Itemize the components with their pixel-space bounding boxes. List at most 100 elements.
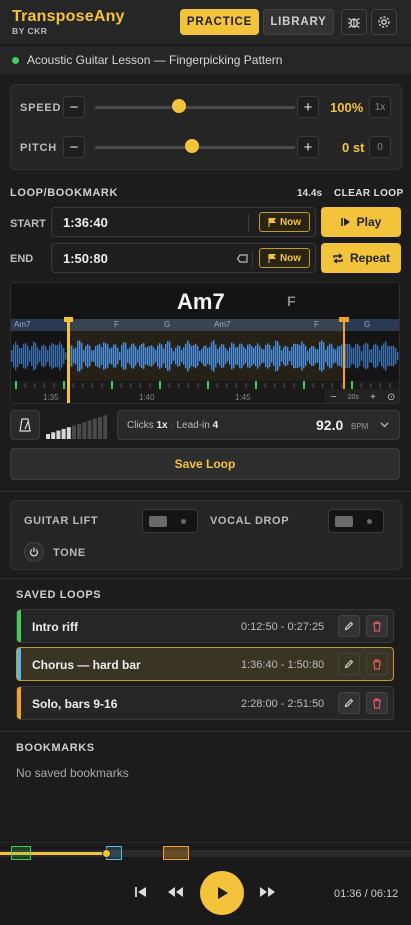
edit-loop-button[interactable] — [338, 653, 360, 675]
skip-start-button[interactable] — [134, 885, 148, 902]
playhead-handle[interactable] — [339, 317, 349, 322]
lesson-bar: Acoustic Guitar Lesson — Fingerpicking P… — [0, 46, 411, 74]
fast-forward-button[interactable] — [259, 885, 277, 902]
play-button[interactable] — [200, 871, 244, 915]
loop-marker-solo[interactable] — [163, 846, 189, 860]
power-icon — [29, 547, 39, 557]
bpm-unit: BPM — [351, 422, 369, 431]
play-from-start-icon — [340, 218, 350, 226]
tab-practice[interactable]: PRACTICE — [180, 9, 259, 35]
trash-icon — [373, 697, 381, 709]
pitch-value: 0 st — [342, 140, 365, 155]
speed-slider-handle[interactable] — [172, 99, 186, 113]
repeat-icon — [333, 252, 343, 264]
delete-loop-button[interactable] — [366, 692, 388, 714]
loop-name: Chorus — hard bar — [32, 658, 141, 672]
divider — [0, 578, 411, 579]
pitch-decrease-button[interactable]: − — [63, 136, 85, 158]
speed-reset-button[interactable]: 1x — [369, 96, 391, 118]
flag-icon — [268, 217, 276, 227]
next-chord: F — [287, 293, 296, 309]
play-loop-label: Play — [356, 215, 382, 229]
saved-loop-item[interactable]: Solo, bars 9-16 2:28:00 - 2:51:50 — [16, 686, 394, 720]
pencil-icon — [344, 698, 354, 708]
toggle-indicator — [181, 519, 186, 524]
play-loop-button[interactable]: Play — [321, 207, 401, 237]
start-label: START — [10, 218, 46, 230]
zoom-out-button[interactable]: − — [331, 392, 337, 403]
chevron-down-icon — [380, 422, 389, 428]
tone-power-button[interactable] — [24, 542, 44, 562]
end-time-field[interactable]: 1:50:80 Now — [51, 243, 316, 273]
app-subtitle: BY CKR — [12, 26, 48, 36]
speed-increase-button[interactable]: + — [297, 96, 319, 118]
separator: · — [170, 420, 174, 431]
toggle-knob — [149, 516, 167, 527]
settings-icon — [378, 16, 390, 28]
edit-loop-button[interactable] — [338, 615, 360, 637]
loop-name: Intro riff — [32, 620, 78, 634]
zoom-reset-icon[interactable]: ⊙ — [387, 392, 395, 403]
status-dot — [12, 56, 19, 64]
loop-name: Solo, bars 9-16 — [32, 697, 118, 711]
settings-button[interactable] — [371, 9, 397, 35]
pitch-increase-button[interactable]: + — [297, 136, 319, 158]
delete-loop-button[interactable] — [366, 615, 388, 637]
end-time-value: 1:50:80 — [63, 251, 108, 266]
time-label: 1:35 — [43, 393, 59, 402]
speed-label: SPEED — [20, 102, 62, 114]
metronome-button[interactable] — [10, 410, 40, 440]
time-label: 1:45 — [235, 393, 251, 402]
fast-forward-icon — [260, 887, 275, 897]
tab-library[interactable]: LIBRARY — [263, 9, 334, 35]
divider — [248, 214, 249, 232]
end-now-button[interactable]: Now — [259, 248, 310, 268]
tone-label: TONE — [53, 547, 86, 559]
rewind-button[interactable] — [166, 885, 184, 902]
saved-loop-item[interactable]: Chorus — hard bar 1:36:40 - 1:50:80 — [16, 647, 394, 681]
toggle-knob — [335, 516, 353, 527]
pencil-icon — [344, 659, 354, 669]
end-now-label: Now — [279, 252, 302, 264]
pitch-reset-button[interactable]: 0 — [369, 136, 391, 158]
repeat-loop-label: Repeat — [349, 251, 390, 265]
bug-icon — [348, 18, 360, 28]
bookmarks-title: BOOKMARKS — [16, 742, 95, 754]
speed-row: SPEED − + 100% 1x — [12, 90, 400, 126]
loop-start-handle[interactable] — [64, 317, 73, 322]
metronome-icon — [19, 418, 31, 432]
speed-decrease-button[interactable]: − — [63, 96, 85, 118]
eraser-icon[interactable] — [237, 254, 248, 263]
start-now-button[interactable]: Now — [259, 212, 310, 232]
loop-start-marker[interactable] — [67, 319, 70, 403]
start-time-value: 1:36:40 — [63, 215, 108, 230]
repeat-loop-button[interactable]: Repeat — [321, 243, 401, 273]
loop-range: 2:28:00 - 2:51:50 — [241, 698, 325, 710]
vocal-drop-toggle[interactable] — [328, 509, 384, 533]
start-time-field[interactable]: 1:36:40 Now — [51, 207, 316, 237]
waveform-panel[interactable]: Am7 F Am7 F G Am7 F G 1:35 1:40 1:45 − 2… — [10, 282, 400, 404]
saved-loop-item[interactable]: Intro riff 0:12:50 - 0:27:25 — [16, 609, 394, 643]
strip-chord: Am7 — [14, 320, 31, 329]
volume-level[interactable] — [46, 414, 112, 440]
toggle-indicator — [367, 519, 372, 524]
guitar-lift-toggle[interactable] — [142, 509, 198, 533]
zoom-in-button[interactable]: + — [370, 392, 376, 403]
vocal-drop-label: VOCAL DROP — [210, 515, 290, 527]
speed-slider[interactable] — [95, 106, 295, 109]
edit-loop-button[interactable] — [338, 692, 360, 714]
metronome-settings[interactable]: Clicks 1x · Lead-in 4 92.0 BPM — [117, 410, 400, 440]
bpm-value: 92.0 — [316, 417, 344, 433]
delete-loop-button[interactable] — [366, 653, 388, 675]
end-label: END — [10, 253, 34, 265]
guitar-lift-label: GUITAR LIFT — [24, 515, 99, 527]
loop-range: 0:12:50 - 0:27:25 — [241, 621, 325, 633]
loop-color-indicator — [17, 648, 21, 680]
pitch-slider-handle[interactable] — [185, 139, 199, 153]
loop-marker-intro[interactable] — [11, 846, 31, 860]
time-display: 01:36 / 06:12 — [334, 888, 399, 900]
clear-loop-button[interactable]: CLEAR LOOP — [334, 188, 404, 199]
save-loop-button[interactable]: Save Loop — [10, 448, 400, 480]
bug-report-button[interactable] — [341, 9, 367, 35]
leadin-label: Lead-in — [176, 420, 210, 431]
